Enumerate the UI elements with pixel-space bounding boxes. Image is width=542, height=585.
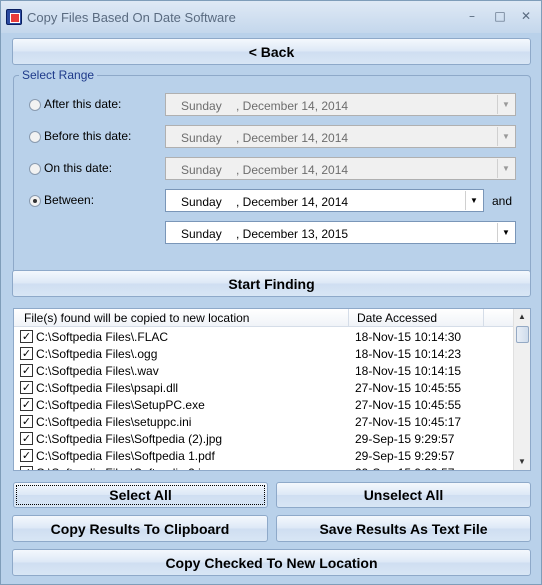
between-radio[interactable] [29,195,41,207]
chevron-down-icon[interactable]: ▼ [497,95,514,114]
before-date-value: , December 14, 2014 [236,131,349,145]
table-row[interactable]: ✓ C:\Softpedia Files\.ogg 18-Nov-15 10:14:… [14,345,514,362]
select-range-label: Select Range [19,68,98,82]
row-file-path: C:\Softpedia Files\Softpedia (2).jpg [36,432,223,446]
after-date-radio[interactable] [29,99,41,111]
row-date-accessed: 27-Nov-15 10:45:55 [355,398,462,412]
row-checkbox[interactable]: ✓ [20,466,33,470]
chevron-down-icon[interactable]: ▼ [465,191,482,210]
app-icon [6,9,22,25]
table-row[interactable]: ✓ C:\Softpedia Files\setuppc.ini 27-Nov-15… [14,413,514,430]
row-checkbox[interactable]: ✓ [20,449,33,462]
row-date-accessed: 29-Sep-15 9:29:57 [355,432,455,446]
before-date-radio[interactable] [29,131,41,143]
table-row[interactable]: ✓ C:\Softpedia Files\psapi.dll 27-Nov-15 1… [14,379,514,396]
select-all-button[interactable]: Select All [13,482,268,508]
between-end-picker[interactable]: Sunday , December 13, 2015 ▼ [165,221,516,244]
client-area: < Back Select Range After this date: Sun… [5,33,537,581]
column-header-date[interactable]: Date Accessed [357,311,437,325]
before-date-label: Before this date: [44,129,132,143]
table-row[interactable]: ✓C:\Softpedia Files\Softpedia 2.jpg 29-Se… [14,464,514,470]
maximize-button[interactable]: □ [491,7,509,25]
column-separator[interactable] [348,309,349,327]
on-date-value: , December 14, 2014 [236,163,349,177]
row-checkbox[interactable]: ✓ [20,347,33,360]
row-date-accessed: 29-Sep-15 9:29:57 [355,466,454,470]
table-row[interactable]: ✓ C:\Softpedia Files\Softpedia (2).jpg 29-… [14,430,514,447]
minimize-button[interactable]: – [463,7,481,25]
row-file-path: C:\Softpedia Files\.wav [36,364,159,378]
table-row[interactable]: ✓ C:\Softpedia Files\SetupPC.exe 27-Nov-15… [14,396,514,413]
row-date-accessed: 27-Nov-15 10:45:17 [355,415,462,429]
row-file-path: C:\Softpedia Files\setuppc.ini [36,415,192,429]
column-separator[interactable] [483,309,484,327]
chevron-down-icon[interactable]: ▼ [497,159,514,178]
between-end-day: Sunday [181,227,222,241]
copy-checked-button[interactable]: Copy Checked To New Location [12,549,531,576]
row-date-accessed: 18-Nov-15 10:14:23 [355,347,462,361]
on-date-label: On this date: [44,161,113,175]
row-file-path: C:\Softpedia Files\psapi.dll [36,381,179,395]
before-date-day: Sunday [181,131,222,145]
table-row[interactable]: ✓ C:\Softpedia Files\.FLAC 18-Nov-15 10:14… [14,328,514,345]
row-file-path: C:\Softpedia Files\Softpedia 1.pdf [36,449,215,463]
after-date-day: Sunday [181,99,222,113]
between-label: Between: [44,193,95,207]
save-text-file-button[interactable]: Save Results As Text File [276,515,531,542]
chevron-down-icon[interactable]: ▼ [497,127,514,146]
row-date-accessed: 29-Sep-15 9:29:57 [355,449,455,463]
app-window: Copy Files Based On Date Software – □ ✕ … [0,0,542,585]
row-file-path: C:\Softpedia Files\SetupPC.exe [36,398,205,412]
title-bar[interactable]: Copy Files Based On Date Software – □ ✕ [1,1,541,33]
on-date-radio[interactable] [29,163,41,175]
scroll-up-icon[interactable]: ▲ [514,309,530,325]
window-title: Copy Files Based On Date Software [27,10,236,25]
row-file-path: C:\Softpedia Files\Softpedia 2.jpg [36,466,214,470]
row-checkbox[interactable]: ✓ [20,381,33,394]
table-row[interactable]: ✓ C:\Softpedia Files\.wav 18-Nov-15 10:14:… [14,362,514,379]
between-end-value: , December 13, 2015 [236,227,349,241]
results-header: File(s) found will be copied to new loca… [14,309,514,327]
between-start-day: Sunday [181,195,222,209]
after-date-label: After this date: [44,97,122,111]
row-checkbox[interactable]: ✓ [20,432,33,445]
and-label: and [492,194,513,208]
on-date-picker[interactable]: Sunday , December 14, 2014 ▼ [165,157,516,180]
back-button[interactable]: < Back [12,38,531,65]
row-date-accessed: 27-Nov-15 10:45:55 [355,381,462,395]
table-row[interactable]: ✓ C:\Softpedia Files\Softpedia 1.pdf 29-Se… [14,447,514,464]
results-list[interactable]: File(s) found will be copied to new loca… [13,308,531,471]
row-file-path: C:\Softpedia Files\.FLAC [36,330,169,344]
scroll-thumb[interactable] [516,326,529,343]
on-date-day: Sunday [181,163,222,177]
before-date-picker[interactable]: Sunday , December 14, 2014 ▼ [165,125,516,148]
between-start-value: , December 14, 2014 [236,195,349,209]
scroll-down-icon[interactable]: ▼ [514,454,530,470]
column-header-files[interactable]: File(s) found will be copied to new loca… [24,311,249,325]
row-date-accessed: 18-Nov-15 10:14:30 [355,330,462,344]
start-finding-button[interactable]: Start Finding [12,270,531,297]
chevron-down-icon[interactable]: ▼ [497,223,514,242]
after-date-value: , December 14, 2014 [236,99,349,113]
close-button[interactable]: ✕ [517,7,535,25]
copy-clipboard-button[interactable]: Copy Results To Clipboard [12,515,268,542]
row-checkbox[interactable]: ✓ [20,330,33,343]
after-date-picker[interactable]: Sunday , December 14, 2014 ▼ [165,93,516,116]
results-scrollbar[interactable]: ▲ ▼ [513,309,530,470]
row-checkbox[interactable]: ✓ [20,398,33,411]
row-date-accessed: 18-Nov-15 10:14:15 [355,364,462,378]
between-start-picker[interactable]: Sunday , December 14, 2014 ▼ [165,189,484,212]
row-checkbox[interactable]: ✓ [20,415,33,428]
unselect-all-button[interactable]: Unselect All [276,482,531,508]
row-checkbox[interactable]: ✓ [20,364,33,377]
row-file-path: C:\Softpedia Files\.ogg [36,347,158,361]
